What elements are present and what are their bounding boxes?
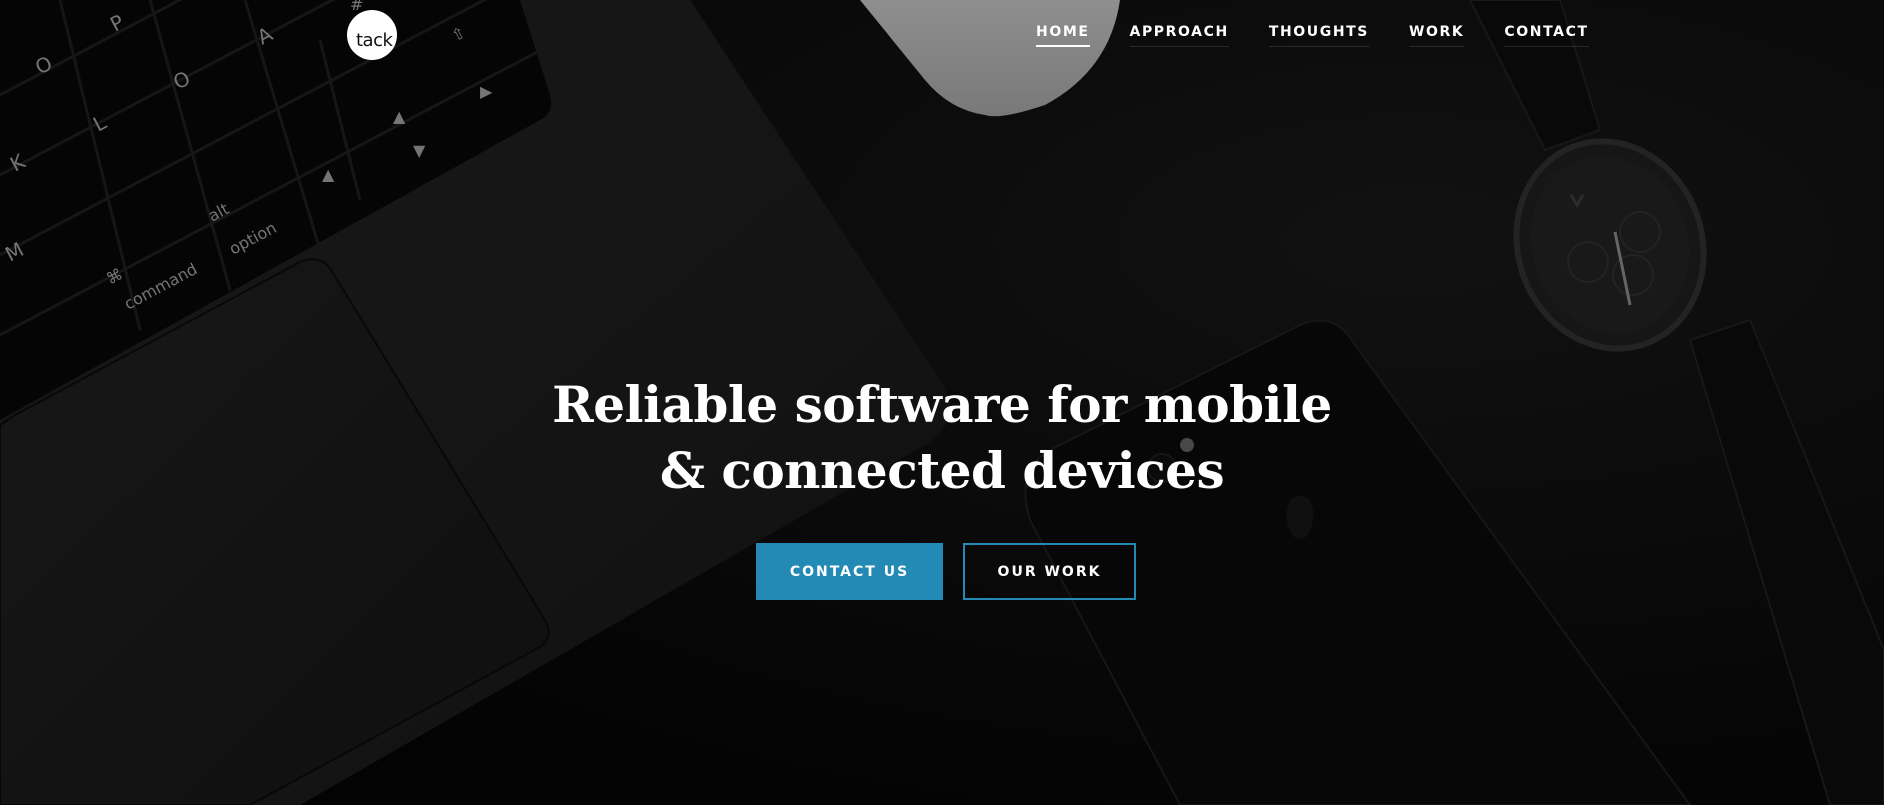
nav-item-approach[interactable]: APPROACH: [1129, 24, 1229, 47]
contact-us-button[interactable]: CONTACT US: [756, 543, 943, 600]
main-navigation: HOME APPROACH THOUGHTS WORK CONTACT: [1036, 24, 1589, 47]
hero-heading: Reliable software for mobile & connected…: [0, 372, 1884, 504]
tack-logo[interactable]: tack: [347, 10, 397, 60]
nav-item-thoughts[interactable]: THOUGHTS: [1268, 24, 1369, 47]
logo-text: tack: [356, 30, 393, 51]
hero-heading-line-2: & connected devices: [659, 441, 1225, 500]
nav-item-work[interactable]: WORK: [1409, 24, 1465, 47]
hero-heading-line-1: Reliable software for mobile: [552, 375, 1332, 434]
our-work-button[interactable]: OUR WORK: [963, 543, 1136, 600]
nav-item-home[interactable]: HOME: [1036, 24, 1090, 47]
nav-item-contact[interactable]: CONTACT: [1504, 24, 1589, 47]
